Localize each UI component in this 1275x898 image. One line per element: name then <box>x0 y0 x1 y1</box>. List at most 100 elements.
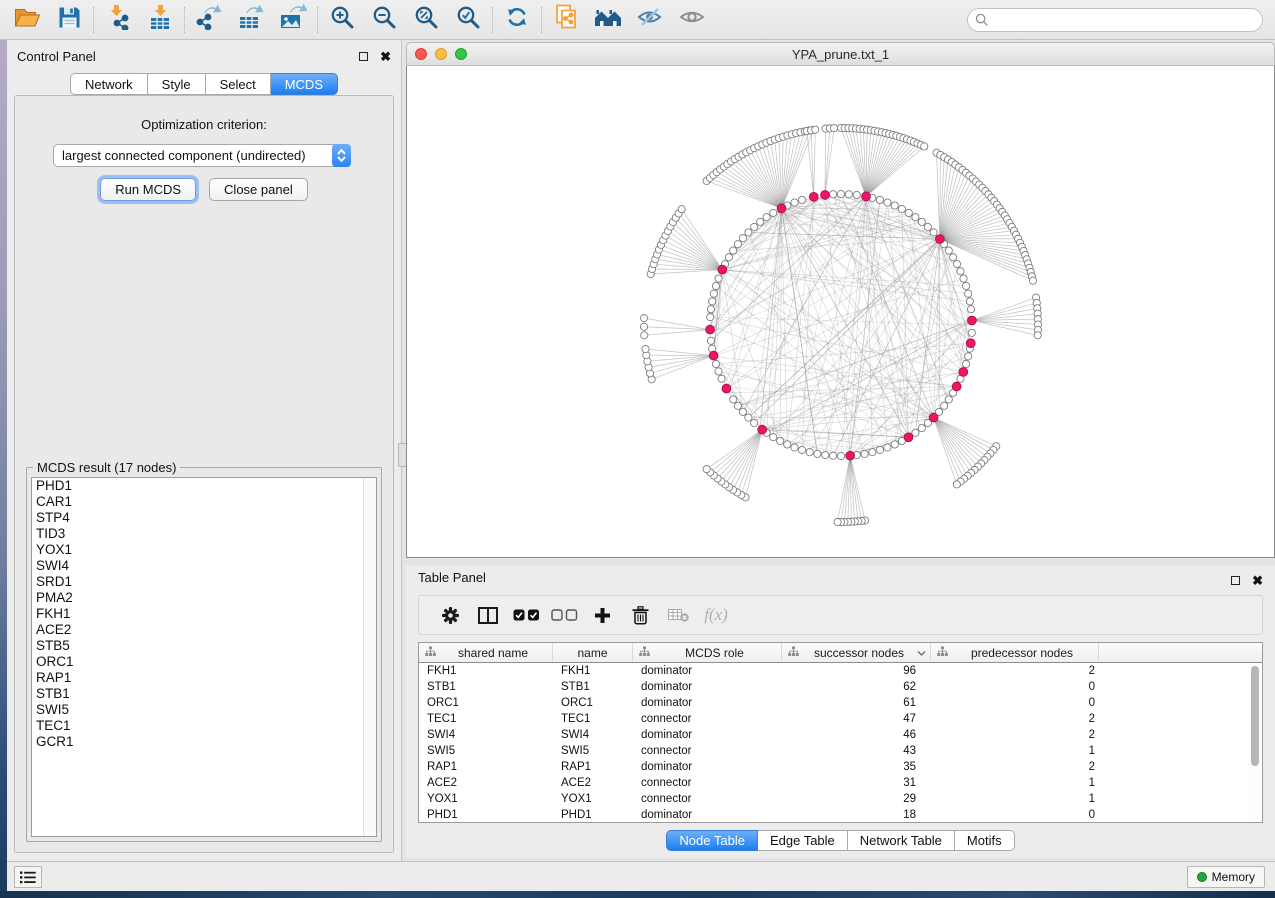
graph-node[interactable] <box>876 446 883 453</box>
graph-node[interactable] <box>707 337 714 344</box>
graph-node[interactable] <box>730 396 737 403</box>
graph-node[interactable] <box>745 414 752 421</box>
graph-node[interactable] <box>712 360 719 367</box>
graph-node[interactable] <box>734 402 741 409</box>
table-settings-button[interactable] <box>431 599 469 631</box>
float-window-icon[interactable] <box>359 52 368 61</box>
graph-node[interactable] <box>709 298 716 305</box>
first-neighbors-button[interactable] <box>587 3 629 37</box>
graph-node[interactable] <box>739 235 746 242</box>
table-row[interactable]: PHD1PHD1dominator180 <box>419 807 1262 823</box>
graph-node[interactable] <box>725 254 732 261</box>
graph-node[interactable] <box>861 450 868 457</box>
run-mcds-button[interactable]: Run MCDS <box>100 178 196 201</box>
graph-node[interactable] <box>845 191 852 198</box>
graph-node[interactable] <box>739 408 746 415</box>
graph-mcds-node[interactable] <box>722 384 731 393</box>
zoom-out-button[interactable] <box>363 3 405 37</box>
graph-node[interactable] <box>967 306 974 313</box>
graph-node[interactable] <box>891 441 898 448</box>
graph-node[interactable] <box>829 452 836 459</box>
import-network-button[interactable] <box>97 3 139 37</box>
tab-network[interactable]: Network <box>70 73 148 95</box>
graph-node[interactable] <box>715 368 722 375</box>
graph-node[interactable] <box>751 223 758 230</box>
table-close-panel-icon[interactable]: ✖ <box>1252 576 1263 585</box>
graph-node[interactable] <box>884 199 891 206</box>
tab-select[interactable]: Select <box>206 73 271 95</box>
mcds-node-item[interactable]: PMA2 <box>32 590 376 606</box>
zoom-in-button[interactable] <box>321 3 363 37</box>
graph-node[interactable] <box>806 449 813 456</box>
deselect-all-button[interactable] <box>545 599 583 631</box>
graph-node[interactable] <box>640 323 647 330</box>
mcds-node-item[interactable]: ACE2 <box>32 622 376 638</box>
graph-node[interactable] <box>812 126 819 133</box>
graph-node[interactable] <box>777 437 784 444</box>
mcds-node-item[interactable]: FKH1 <box>32 606 376 622</box>
mcds-node-item[interactable]: RAP1 <box>32 670 376 686</box>
tab-style[interactable]: Style <box>148 73 206 95</box>
graph-node[interactable] <box>953 481 960 488</box>
graph-node[interactable] <box>950 254 957 261</box>
graph-node[interactable] <box>945 247 952 254</box>
table-row[interactable]: TEC1TEC1connector472 <box>419 711 1262 727</box>
graph-node[interactable] <box>707 313 714 320</box>
graph-node[interactable] <box>1029 277 1036 284</box>
mcds-node-item[interactable]: YOX1 <box>32 542 376 558</box>
table-row[interactable]: YOX1YOX1connector291 <box>419 791 1262 807</box>
graph-node[interactable] <box>941 402 948 409</box>
column-header-name[interactable]: name <box>553 643 633 662</box>
graph-node[interactable] <box>822 451 829 458</box>
graph-node[interactable] <box>770 209 777 216</box>
graph-mcds-node[interactable] <box>777 204 786 213</box>
network-canvas[interactable] <box>406 66 1275 558</box>
graph-mcds-node[interactable] <box>929 413 938 422</box>
mcds-node-item[interactable]: STP4 <box>32 510 376 526</box>
table-scrollbar[interactable] <box>1249 664 1261 821</box>
graph-node[interactable] <box>745 229 752 236</box>
graph-node[interactable] <box>715 275 722 282</box>
show-columns-button[interactable] <box>469 599 507 631</box>
graph-mcds-node[interactable] <box>935 235 944 244</box>
task-history-button[interactable] <box>14 866 42 888</box>
graph-mcds-node[interactable] <box>966 339 975 348</box>
optimization-criterion-select[interactable]: largest connected component (undirected) <box>53 144 351 167</box>
graph-mcds-node[interactable] <box>968 316 977 325</box>
graph-node[interactable] <box>678 206 685 213</box>
graph-node[interactable] <box>751 419 758 426</box>
graph-mcds-node[interactable] <box>959 368 968 377</box>
clone-network-button[interactable] <box>545 3 587 37</box>
mcds-node-item[interactable]: SWI5 <box>32 702 376 718</box>
graph-node[interactable] <box>814 450 821 457</box>
graph-node[interactable] <box>798 196 805 203</box>
graph-node[interactable] <box>966 298 973 305</box>
tab-edge-table[interactable]: Edge Table <box>758 830 848 851</box>
tab-node-table[interactable]: Node Table <box>666 830 758 851</box>
delete-column-button[interactable] <box>621 599 659 631</box>
graph-node[interactable] <box>884 444 891 451</box>
mcds-node-item[interactable]: CAR1 <box>32 494 376 510</box>
graph-node[interactable] <box>831 125 838 132</box>
table-row[interactable]: SWI4SWI4dominator462 <box>419 727 1262 743</box>
mcds-node-item[interactable]: ORC1 <box>32 654 376 670</box>
open-file-button[interactable] <box>6 3 48 37</box>
graph-node[interactable] <box>965 353 972 360</box>
graph-node[interactable] <box>837 190 844 197</box>
export-table-button[interactable] <box>230 3 272 37</box>
graph-node[interactable] <box>924 223 931 230</box>
column-header-predecessor-nodes[interactable]: predecessor nodes <box>931 643 1099 662</box>
column-header-MCDS-role[interactable]: MCDS role <box>633 643 782 662</box>
graph-node[interactable] <box>918 425 925 432</box>
add-column-button[interactable] <box>583 599 621 631</box>
mcds-node-item[interactable]: GCR1 <box>32 734 376 750</box>
tab-network-table[interactable]: Network Table <box>848 830 955 851</box>
graph-node[interactable] <box>965 290 972 297</box>
mcds-node-item[interactable]: PHD1 <box>32 478 376 494</box>
export-network-button[interactable] <box>188 3 230 37</box>
search-input[interactable] <box>967 8 1263 32</box>
mcds-result-list[interactable]: PHD1CAR1STP4TID3YOX1SWI4SRD1PMA2FKH1ACE2… <box>31 477 377 837</box>
graph-node[interactable] <box>968 329 975 336</box>
tab-mcds[interactable]: MCDS <box>271 73 338 95</box>
hide-selected-button[interactable] <box>629 3 671 37</box>
